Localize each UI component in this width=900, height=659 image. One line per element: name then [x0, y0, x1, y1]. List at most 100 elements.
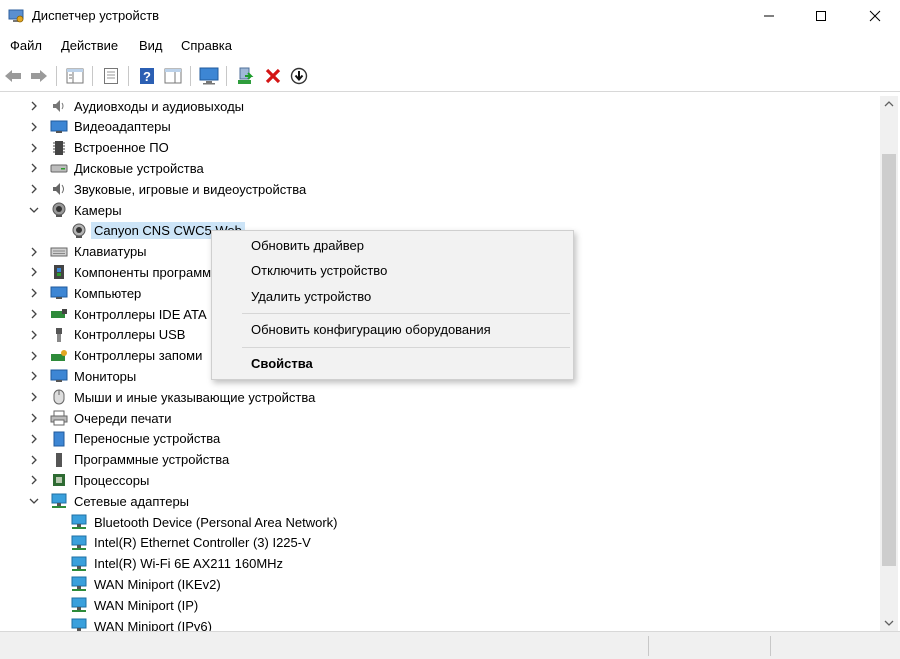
tree-expander[interactable] [28, 308, 40, 320]
chevron-right-icon[interactable] [30, 163, 38, 173]
tree-category-item[interactable]: Контроллеры USB [28, 325, 185, 345]
tree-device-item[interactable]: Bluetooth Device (Personal Area Network) [70, 512, 338, 532]
update-driver-button[interactable] [234, 65, 256, 87]
tree-category-item[interactable]: Очереди печати [28, 408, 172, 428]
tree-expander[interactable] [28, 433, 40, 445]
tree-category-item[interactable]: Встроенное ПО [28, 138, 169, 158]
tree-item-label: Мыши и иные указывающие устройства [74, 389, 316, 405]
tree-category-item[interactable]: Компоненты программ [28, 262, 211, 282]
menu-file[interactable]: Файл [10, 38, 42, 53]
tree-expander[interactable] [28, 391, 40, 403]
chevron-right-icon[interactable] [30, 351, 38, 361]
tree-expander[interactable] [28, 246, 40, 258]
properties-toolbar-button[interactable] [100, 65, 122, 87]
tree-expander[interactable] [28, 350, 40, 362]
menu-view[interactable]: Вид [139, 38, 163, 53]
chevron-right-icon[interactable] [30, 122, 38, 132]
scroll-down-icon[interactable] [884, 619, 894, 627]
scrollbar-thumb[interactable] [882, 154, 896, 566]
tree-device-item[interactable]: Intel(R) Ethernet Controller (3) I225-V [70, 533, 311, 553]
tree-category-item[interactable]: Мыши и иные указывающие устройства [28, 387, 315, 407]
show-hide-console-tree-button[interactable] [64, 65, 86, 87]
chevron-right-icon[interactable] [30, 288, 38, 298]
tree-category-item[interactable]: Компьютер [28, 283, 141, 303]
chevron-right-icon[interactable] [30, 247, 38, 257]
tree-item-label: Звуковые, игровые и видеоустройства [74, 181, 307, 197]
tree-expander[interactable] [28, 142, 40, 154]
close-button[interactable] [852, 0, 898, 32]
chevron-right-icon[interactable] [30, 455, 38, 465]
usb-icon [50, 327, 68, 343]
enable-device-button[interactable] [288, 65, 310, 87]
tree-category-item[interactable]: Программные устройства [28, 450, 229, 470]
status-separator [770, 636, 771, 656]
tree-expander[interactable] [28, 266, 40, 278]
tree-category-item[interactable]: Камеры [28, 200, 122, 220]
tree-category-item[interactable]: Контроллеры запоми [28, 346, 202, 366]
tree-category-item[interactable]: Сетевые адаптеры [28, 491, 189, 511]
tree-category-item[interactable]: Аудиовходы и аудиовыходы [28, 96, 244, 116]
chevron-right-icon[interactable] [30, 475, 38, 485]
tree-expander[interactable] [28, 287, 40, 299]
action-pane-icon [164, 68, 182, 84]
tree-expander[interactable] [28, 495, 40, 507]
tree-expander[interactable] [28, 412, 40, 424]
context-item-disable-device[interactable]: Отключить устройство [251, 263, 387, 278]
context-item-scan-hardware[interactable]: Обновить конфигурацию оборудования [251, 322, 491, 337]
tree-expander[interactable] [28, 100, 40, 112]
menu-action[interactable]: Действие [61, 38, 118, 53]
chevron-right-icon[interactable] [30, 413, 38, 423]
tree-category-item[interactable]: Переносные устройства [28, 429, 220, 449]
cpu-icon [50, 472, 68, 488]
chevron-right-icon[interactable] [30, 101, 38, 111]
context-item-update-driver[interactable]: Обновить драйвер [251, 238, 364, 253]
tree-expander[interactable] [28, 370, 40, 382]
chevron-down-icon[interactable] [29, 206, 39, 214]
tree-device-item[interactable]: WAN Miniport (IKEv2) [70, 574, 221, 594]
tree-expander[interactable] [28, 183, 40, 195]
action-pane-button[interactable] [162, 65, 184, 87]
minimize-button[interactable] [746, 0, 792, 32]
tree-expander[interactable] [28, 204, 40, 216]
menu-help[interactable]: Справка [181, 38, 232, 53]
chevron-right-icon[interactable] [30, 434, 38, 444]
tree-device-item[interactable]: WAN Miniport (IP) [70, 595, 198, 615]
tree-item-label: Клавиатуры [74, 244, 147, 260]
scroll-up-icon[interactable] [884, 100, 894, 108]
tree-category-item[interactable]: Мониторы [28, 366, 136, 386]
tree-category-item[interactable]: Контроллеры IDE ATA [28, 304, 207, 324]
tree-device-item[interactable]: WAN Miniport (IPv6) [70, 616, 212, 631]
tree-expander[interactable] [28, 329, 40, 341]
tree-device-item[interactable]: Intel(R) Wi-Fi 6E AX211 160MHz [70, 554, 283, 574]
tree-expander[interactable] [28, 474, 40, 486]
maximize-button[interactable] [798, 0, 844, 32]
chevron-right-icon[interactable] [30, 309, 38, 319]
tree-category-item[interactable]: Процессоры [28, 470, 149, 490]
forward-button[interactable] [28, 65, 50, 87]
software-device-icon [50, 452, 68, 468]
tree-expander[interactable] [28, 454, 40, 466]
chevron-right-icon[interactable] [30, 371, 38, 381]
scan-hardware-button[interactable] [198, 65, 220, 87]
tree-expander[interactable] [28, 121, 40, 133]
chevron-right-icon[interactable] [30, 392, 38, 402]
tree-category-item[interactable]: Дисковые устройства [28, 158, 204, 178]
chevron-right-icon[interactable] [30, 330, 38, 340]
chevron-down-icon[interactable] [29, 497, 39, 505]
network-adapter-icon [70, 514, 88, 530]
chevron-right-icon[interactable] [30, 267, 38, 277]
chevron-right-icon[interactable] [30, 143, 38, 153]
tree-category-item[interactable]: Звуковые, игровые и видеоустройства [28, 179, 306, 199]
tree-category-item[interactable]: Видеоадаптеры [28, 117, 171, 137]
tree-expander[interactable] [28, 162, 40, 174]
help-button[interactable]: ? [136, 65, 158, 87]
context-menu-separator [242, 347, 570, 348]
context-item-properties[interactable]: Свойства [251, 356, 313, 371]
back-button[interactable] [2, 65, 24, 87]
chevron-right-icon[interactable] [30, 184, 38, 194]
context-item-uninstall-device[interactable]: Удалить устройство [251, 289, 371, 304]
tree-category-item[interactable]: Клавиатуры [28, 242, 147, 262]
uninstall-device-button[interactable] [262, 65, 284, 87]
vertical-scrollbar[interactable] [880, 96, 898, 631]
title-bar[interactable]: Диспетчер устройств [0, 0, 900, 32]
